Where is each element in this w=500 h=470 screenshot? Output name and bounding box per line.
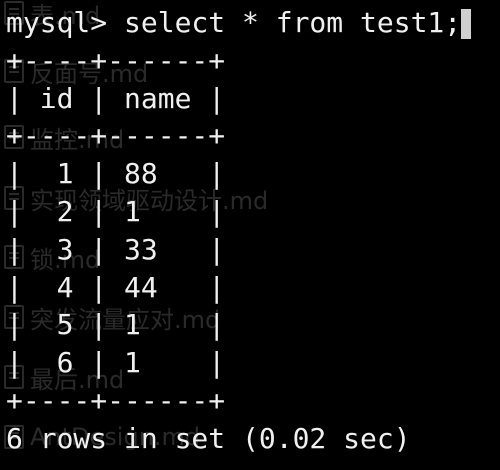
table-row: | 5 | 1 | [6, 308, 226, 342]
command-text: mysql> select * from test1; [6, 6, 462, 39]
table-header-separator: +----+------+ [6, 119, 226, 153]
table-row: | 3 | 33 | [6, 232, 226, 266]
result-summary: 6 rows in set (0.02 sec) [6, 421, 411, 455]
terminal-window[interactable]: 表.md 反面号.md 监控.md 实现领域驱动设计.md 锁.md 突发流量应… [0, 0, 500, 470]
table-row: | 1 | 88 | [6, 157, 226, 191]
table-header-row: | id | name | [6, 81, 226, 115]
table-border-bottom: +----+------+ [6, 383, 226, 417]
text-cursor [461, 9, 472, 39]
table-border-top: +----+------+ [6, 43, 226, 77]
table-row: | 4 | 44 | [6, 270, 226, 304]
table-row: | 6 | 1 | [6, 346, 226, 380]
terminal-output: mysql> select * from test1; +----+------… [6, 4, 500, 458]
command-line: mysql> select * from test1; [6, 4, 500, 42]
table-row: | 2 | 1 | [6, 194, 226, 228]
